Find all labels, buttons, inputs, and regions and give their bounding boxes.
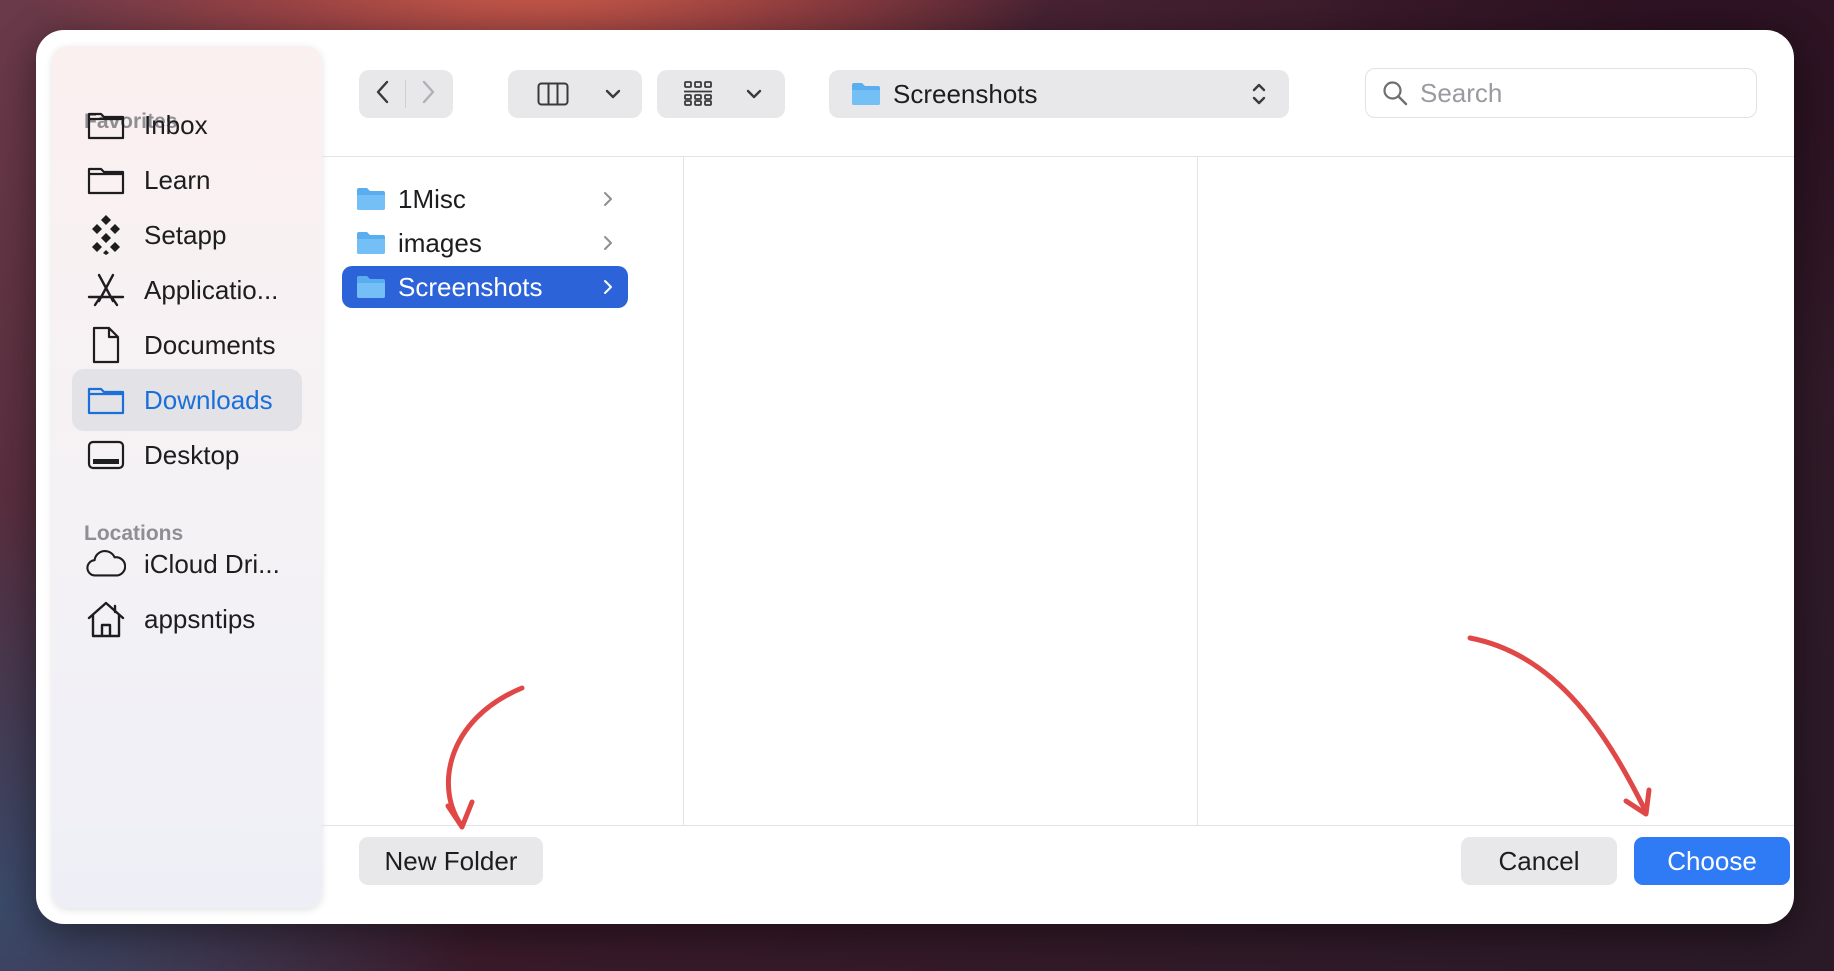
- column-divider[interactable]: [683, 157, 684, 825]
- sidebar-item-label: iCloud Dri...: [144, 548, 280, 579]
- sidebar-item-desktop[interactable]: Desktop: [72, 424, 302, 486]
- sidebar-item-icloud-drive[interactable]: iCloud Dri...: [72, 533, 302, 595]
- desktop-icon: [86, 435, 126, 475]
- folder-icon: [86, 160, 126, 200]
- sidebar-item-label: Inbox: [144, 109, 208, 140]
- folder-icon: [86, 105, 126, 145]
- chevron-down-icon: [739, 70, 769, 118]
- chevron-down-icon: [598, 70, 628, 118]
- sidebar-item-learn[interactable]: Learn: [72, 149, 302, 211]
- location-label: Screenshots: [893, 78, 1038, 109]
- document-icon: [86, 325, 126, 365]
- search-field[interactable]: [1365, 68, 1757, 118]
- sidebar-item-label: Learn: [144, 164, 211, 195]
- sidebar-item-applications[interactable]: Applicatio...: [72, 259, 302, 321]
- sidebar-item-label: Documents: [144, 329, 276, 360]
- location-popup[interactable]: Screenshots: [829, 70, 1289, 118]
- footer-divider: [322, 825, 1794, 826]
- list-item[interactable]: images: [342, 222, 628, 264]
- list-item-label: images: [398, 227, 482, 258]
- view-mode-button[interactable]: [508, 70, 642, 118]
- folder-icon: [356, 275, 386, 299]
- forward-button[interactable]: [406, 70, 452, 118]
- sidebar-item-label: Setapp: [144, 219, 227, 250]
- sidebar-item-inbox[interactable]: Inbox: [72, 94, 302, 156]
- folder-icon: [356, 231, 386, 255]
- file-chooser-dialog: Favorites Inbox Learn Setapp Applicatio.…: [36, 30, 1794, 924]
- column-divider[interactable]: [1197, 157, 1198, 825]
- up-down-chevron-icon: [1251, 81, 1267, 107]
- sidebar-item-label: Desktop: [144, 439, 240, 470]
- folder-icon: [86, 380, 126, 420]
- cancel-button[interactable]: Cancel: [1461, 837, 1617, 885]
- sidebar-item-setapp[interactable]: Setapp: [72, 204, 302, 266]
- nav-buttons: [359, 70, 453, 118]
- folder-icon: [851, 82, 881, 106]
- chevron-left-icon: [375, 80, 389, 109]
- chevron-right-icon: [598, 191, 618, 207]
- sidebar: Favorites Inbox Learn Setapp Applicatio.…: [52, 46, 322, 908]
- main-pane: Screenshots 1Misc: [322, 30, 1794, 924]
- list-item-label: 1Misc: [398, 183, 466, 214]
- search-input[interactable]: [1418, 76, 1742, 110]
- chevron-right-icon: [422, 80, 436, 109]
- list-item-label: Screenshots: [398, 271, 543, 302]
- list-item[interactable]: 1Misc: [342, 178, 628, 220]
- group-button[interactable]: [657, 70, 785, 118]
- chevron-right-icon: [598, 235, 618, 251]
- grid-icon: [657, 70, 739, 118]
- search-icon: [1382, 80, 1408, 106]
- back-button[interactable]: [359, 70, 405, 118]
- sidebar-item-label: appsntips: [144, 603, 256, 634]
- columns-view-icon: [508, 70, 598, 118]
- sidebar-item-downloads[interactable]: Downloads: [72, 369, 302, 431]
- sidebar-item-home[interactable]: appsntips: [72, 588, 302, 650]
- new-folder-button[interactable]: New Folder: [359, 837, 543, 885]
- sidebar-item-label: Applicatio...: [144, 274, 279, 305]
- home-icon: [86, 599, 126, 639]
- folder-icon: [356, 187, 386, 211]
- chevron-right-icon: [598, 279, 618, 295]
- sidebar-item-documents[interactable]: Documents: [72, 314, 302, 376]
- toolbar-divider: [322, 156, 1794, 157]
- setapp-icon: [86, 215, 126, 255]
- list-item[interactable]: Screenshots: [342, 266, 628, 308]
- sidebar-item-label: Downloads: [144, 384, 273, 415]
- cloud-icon: [86, 544, 126, 584]
- applications-icon: [86, 270, 126, 310]
- choose-button[interactable]: Choose: [1634, 837, 1790, 885]
